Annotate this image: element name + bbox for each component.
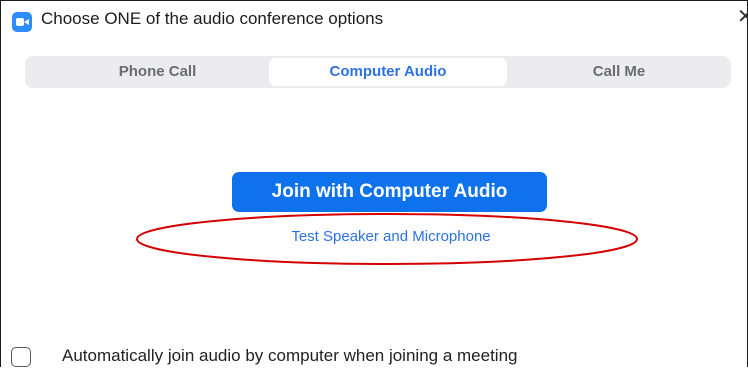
auto-join-row: Automatically join audio by computer whe…	[1, 335, 747, 369]
tab-computer-audio[interactable]: Computer Audio	[269, 58, 507, 86]
test-speaker-microphone-link[interactable]: Test Speaker and Microphone	[201, 228, 581, 245]
audio-option-tabs: Phone Call Computer Audio Call Me	[25, 56, 731, 88]
camera-lens	[24, 19, 29, 25]
auto-join-checkbox[interactable]	[11, 347, 31, 367]
tab-call-me[interactable]: Call Me	[507, 56, 731, 88]
tab-phone-call[interactable]: Phone Call	[45, 56, 270, 88]
auto-join-label: Automatically join audio by computer whe…	[62, 346, 518, 365]
camera-body	[16, 18, 24, 26]
zoom-camera-icon	[12, 12, 32, 32]
close-icon[interactable]: ✕	[737, 7, 748, 27]
join-computer-audio-button[interactable]: Join with Computer Audio	[232, 172, 547, 212]
dialog-title: Choose ONE of the audio conference optio…	[41, 9, 384, 28]
title-bar: Choose ONE of the audio conference optio…	[1, 1, 748, 41]
audio-options-dialog: Choose ONE of the audio conference optio…	[0, 0, 748, 367]
